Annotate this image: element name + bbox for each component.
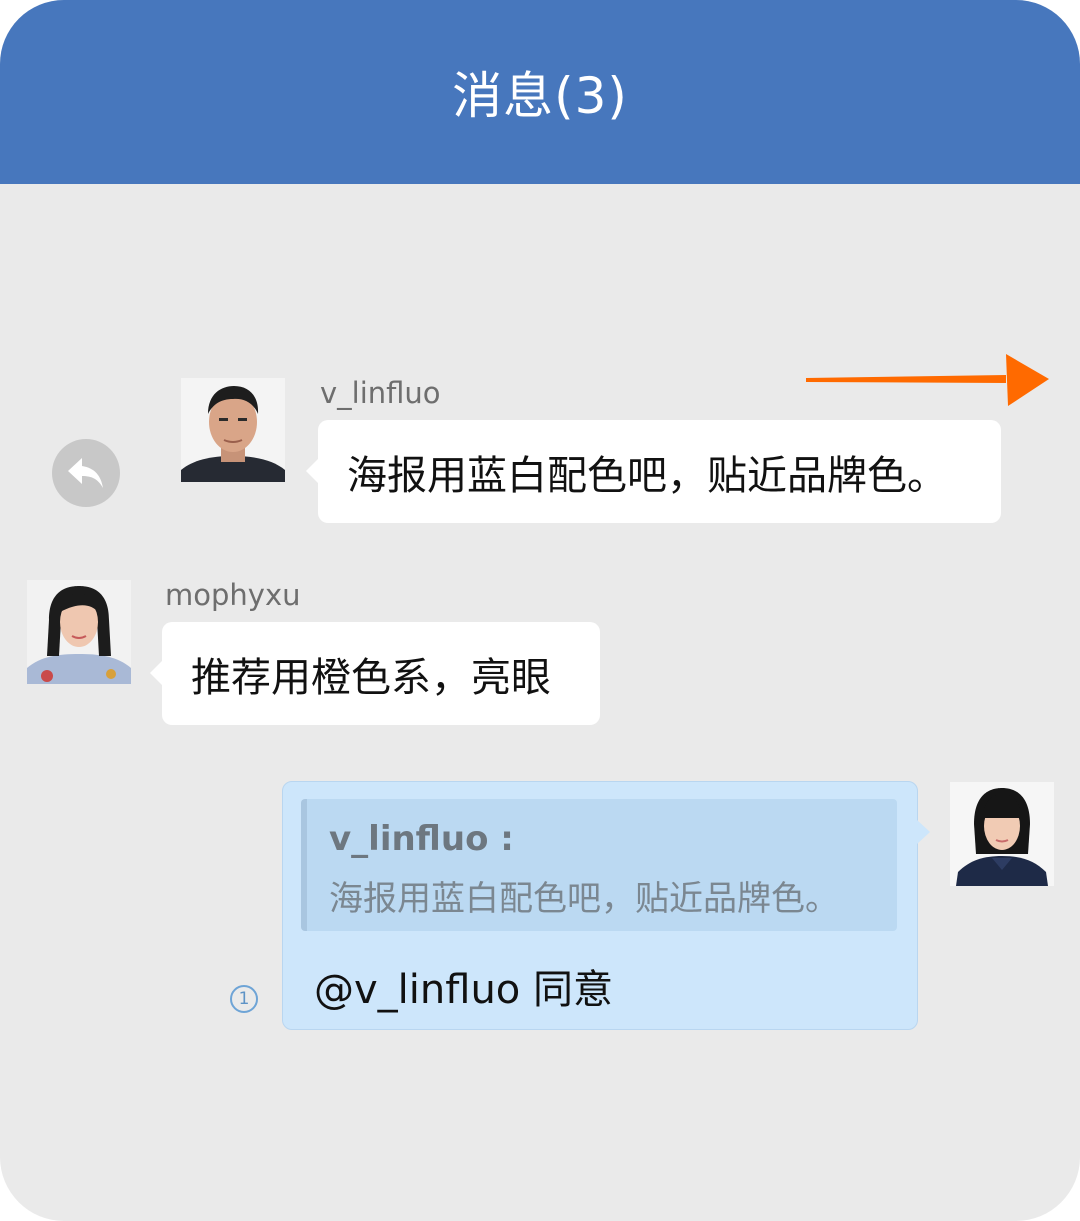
sender-name: v_linfluo — [320, 376, 441, 410]
avatar-girl-photo — [950, 782, 1054, 886]
message-text: 海报用蓝白配色吧，贴近品牌色。 — [347, 452, 947, 499]
avatar-v-linfluo[interactable] — [181, 378, 285, 482]
quoted-message[interactable]: v_linfluo : 海报用蓝白配色吧，贴近品牌色。 — [301, 799, 897, 931]
chat-screen: 消息(3) v_linfluo 海报用蓝白配色吧，贴近品牌色。 mophyxu … — [0, 0, 1080, 1221]
avatar-man-photo — [181, 378, 285, 482]
avatar-mophyxu[interactable] — [27, 580, 131, 684]
message-bubble[interactable]: 推荐用橙色系，亮眼 — [150, 622, 600, 725]
page-title: 消息(3) — [452, 67, 628, 125]
quote-text: 海报用蓝白配色吧，贴近品牌色。 — [329, 879, 839, 919]
my-message-bubble[interactable]: v_linfluo : 海报用蓝白配色吧，贴近品牌色。 @v_linfluo 同… — [282, 781, 930, 1030]
sender-name: mophyxu — [165, 578, 301, 612]
avatar-me[interactable] — [950, 782, 1054, 886]
message-text: 推荐用橙色系，亮眼 — [191, 654, 551, 701]
message-bubble[interactable]: 海报用蓝白配色吧，贴近品牌色。 — [306, 420, 1001, 523]
reply-button[interactable] — [52, 439, 120, 507]
message-text: @v_linfluo 同意 — [314, 967, 613, 1013]
quote-sender: v_linfluo : — [329, 819, 514, 859]
orange-arrow-icon — [806, 354, 1049, 406]
read-count-badge[interactable]: 1 — [230, 985, 258, 1013]
avatar-woman-photo — [27, 580, 131, 684]
reply-arrow-icon — [68, 458, 103, 488]
header-bar: 消息(3) — [0, 0, 1080, 184]
